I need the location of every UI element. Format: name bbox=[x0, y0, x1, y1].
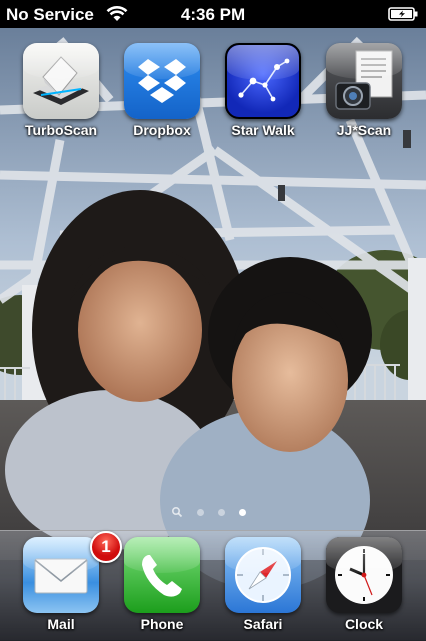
page-dot-2[interactable] bbox=[218, 509, 225, 516]
scanner-icon bbox=[23, 43, 99, 119]
search-icon[interactable] bbox=[171, 506, 183, 518]
app-label: TurboScan bbox=[24, 122, 98, 138]
constellation-icon bbox=[225, 43, 301, 119]
compass-glyph bbox=[235, 547, 291, 603]
page-dot-1[interactable] bbox=[197, 509, 204, 516]
mail-unread-badge: 1 bbox=[90, 531, 122, 563]
handset-glyph bbox=[142, 555, 182, 597]
app-jjscan[interactable]: JJ*Scan bbox=[314, 43, 414, 138]
clock-icon bbox=[326, 537, 402, 613]
dock: 1 Mail Phone Safari Clock bbox=[0, 530, 426, 641]
mail-envelope-icon bbox=[23, 537, 99, 613]
dock-app-clock[interactable]: Clock bbox=[314, 537, 414, 632]
dock-app-phone[interactable]: Phone bbox=[112, 537, 212, 632]
app-turboscan[interactable]: TurboScan bbox=[11, 43, 111, 138]
dropbox-box-icon bbox=[124, 43, 200, 119]
app-label: Safari bbox=[243, 616, 283, 632]
envelope-glyph bbox=[34, 558, 88, 594]
camera-document-glyph bbox=[335, 50, 393, 110]
app-label: Clock bbox=[344, 616, 384, 632]
app-label: Mail bbox=[47, 616, 75, 632]
app-label: Phone bbox=[140, 616, 184, 632]
app-dropbox[interactable]: Dropbox bbox=[112, 43, 212, 138]
app-label: JJ*Scan bbox=[336, 122, 392, 138]
camera-document-icon bbox=[326, 43, 402, 119]
phone-handset-icon bbox=[124, 537, 200, 613]
battery-charging-icon bbox=[388, 7, 418, 21]
app-star-walk[interactable]: Star Walk bbox=[213, 43, 313, 138]
app-label: Star Walk bbox=[231, 122, 295, 138]
status-bar: No Service 4:36 PM bbox=[0, 0, 426, 28]
page-dot-3-current[interactable] bbox=[239, 509, 246, 516]
dock-app-mail[interactable]: 1 Mail bbox=[11, 531, 122, 632]
dropbox-glyph bbox=[138, 59, 186, 103]
status-time: 4:36 PM bbox=[180, 5, 246, 24]
app-label: Dropbox bbox=[133, 122, 191, 138]
page-indicator[interactable] bbox=[0, 506, 426, 520]
compass-icon bbox=[225, 537, 301, 613]
clock-face-glyph bbox=[335, 546, 393, 604]
constellation-glyph bbox=[238, 58, 290, 102]
dock-app-safari[interactable]: Safari bbox=[213, 537, 313, 632]
scanner-glyph bbox=[33, 56, 89, 105]
